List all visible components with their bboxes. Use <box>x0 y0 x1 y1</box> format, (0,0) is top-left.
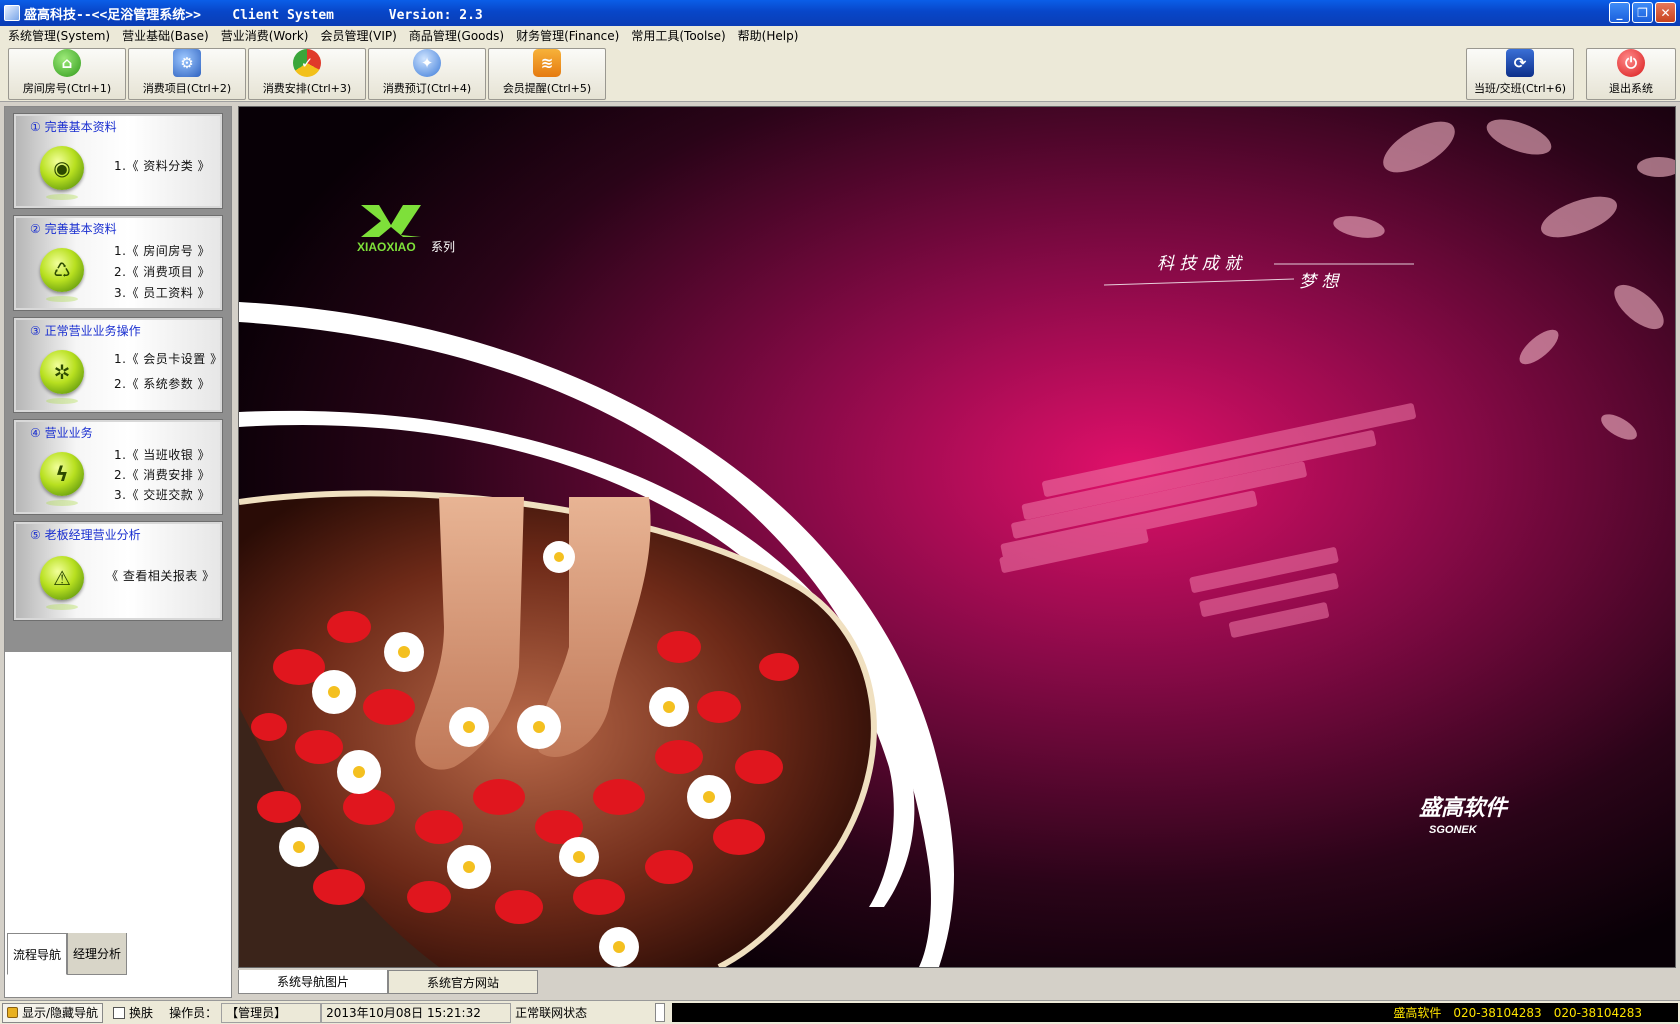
menu-tools[interactable]: 常用工具(Toolse) <box>625 26 731 46</box>
remind-button[interactable]: ≋ 会员提醒(Ctrl+5) <box>488 48 606 100</box>
network-status: 正常联网状态 <box>511 1002 648 1023</box>
slogan-line-2: 梦 想 <box>1299 272 1340 292</box>
navigation-cards-area: ① 完善基本资料 ◉ 1.《 资料分类 》 ② 完善基本资料 ♺ 1.《 房间房… <box>5 107 231 652</box>
remind-button-label: 会员提醒(Ctrl+5) <box>502 82 592 95</box>
exit-button[interactable]: ⏻ 退出系统 <box>1586 48 1676 100</box>
exit-button-label: 退出系统 <box>1609 82 1653 95</box>
nav-link-system-params[interactable]: 2.《 系统参数 》 <box>114 375 210 392</box>
power-icon: ⏻ <box>1617 49 1645 77</box>
recycle-icon: ♺ <box>40 248 84 302</box>
tab-flow-navigation[interactable]: 流程导航 <box>7 933 67 975</box>
menu-vip[interactable]: 会员管理(VIP) <box>314 26 402 46</box>
room-button[interactable]: ⌂ 房间房号(Ctrl+1) <box>8 48 126 100</box>
menu-work[interactable]: 营业消费(Work) <box>215 26 315 46</box>
company-name: 盛高软件 <box>1393 1006 1442 1020</box>
restore-button[interactable]: ❐ <box>1632 2 1653 23</box>
arrange-button-label: 消费安排(Ctrl+3) <box>262 82 352 95</box>
company-info-panel: 盛高软件 020-38104283 020-38104283 <box>672 1003 1678 1022</box>
items-button-label: 消费项目(Ctrl+2) <box>142 82 232 95</box>
minimize-button[interactable]: _ <box>1609 2 1630 23</box>
shift-icon: ⟳ <box>1506 49 1534 77</box>
nav-link-rooms[interactable]: 1.《 房间房号 》 <box>114 242 210 259</box>
menu-goods[interactable]: 商品管理(Goods) <box>403 26 510 46</box>
nav-card-title[interactable]: ⑤ 老板经理营业分析 <box>30 526 141 543</box>
nav-card-basic-data: ① 完善基本资料 ◉ 1.《 资料分类 》 <box>13 113 223 209</box>
phone-number-2: 020-38104283 <box>1553 1005 1642 1020</box>
close-button[interactable]: ✕ <box>1655 2 1676 23</box>
rss-icon: ≋ <box>533 49 561 77</box>
nav-link-items[interactable]: 2.《 消费项目 》 <box>114 263 210 280</box>
lightning-icon: ϟ <box>40 452 84 506</box>
toggle-nav-label: 显示/隐藏导航 <box>22 1006 99 1020</box>
window-title: 盛高科技--<<足浴管理系统>> Client System Version: … <box>24 7 483 23</box>
reserve-button-label: 消费预订(Ctrl+4) <box>382 82 472 95</box>
room-button-label: 房间房号(Ctrl+1) <box>22 82 112 95</box>
shift-button-label: 当班/交班(Ctrl+6) <box>1473 82 1567 95</box>
menu-bar: 系统管理(System) 营业基础(Base) 营业消费(Work) 会员管理(… <box>0 26 1680 46</box>
phone-number-1: 020-38104283 <box>1453 1005 1542 1020</box>
house-icon: ⌂ <box>53 49 81 77</box>
nav-card-title[interactable]: ① 完善基本资料 <box>30 118 117 135</box>
navigation-panel: ① 完善基本资料 ◉ 1.《 资料分类 》 ② 完善基本资料 ♺ 1.《 房间房… <box>4 106 232 998</box>
nav-card-title[interactable]: ④ 营业业务 <box>30 424 93 441</box>
operator-label: 操作员： <box>165 1002 222 1023</box>
menu-base[interactable]: 营业基础(Base) <box>116 26 215 46</box>
window-controls: _ ❐ ✕ <box>1609 2 1676 23</box>
skin-checkbox[interactable] <box>113 1006 126 1019</box>
menu-finance[interactable]: 财务管理(Finance) <box>510 26 625 46</box>
series-logo-text: XIAOXIAO <box>357 240 416 254</box>
main-tabs: 系统导航图片 系统官方网站 <box>238 970 538 994</box>
warning-icon: ⚠ <box>40 556 84 610</box>
items-button[interactable]: ⚙ 消费项目(Ctrl+2) <box>128 48 246 100</box>
nav-link-member-card[interactable]: 1.《 会员卡设置 》 <box>114 350 223 367</box>
brand-name-en: SGONEK <box>1429 824 1478 836</box>
app-icon <box>4 5 20 21</box>
slogan-line-1: 科 技 成 就 <box>1157 254 1243 274</box>
nav-card-title[interactable]: ② 完善基本资料 <box>30 220 117 237</box>
compass-icon: ✦ <box>413 49 441 77</box>
gear-icon: ⚙ <box>173 49 201 77</box>
nav-card-title[interactable]: ③ 正常营业业务操作 <box>30 322 141 339</box>
eye-icon: ◉ <box>40 146 84 200</box>
nav-card-operations: ③ 正常营业业务操作 ✲ 1.《 会员卡设置 》 2.《 系统参数 》 <box>13 317 223 413</box>
tab-manager-analysis[interactable]: 经理分析 <box>67 933 127 975</box>
operator-value: 【管理员】 <box>221 1002 322 1023</box>
shift-button[interactable]: ⟳ 当班/交班(Ctrl+6) <box>1466 48 1574 100</box>
nav-link-reports[interactable]: 《 查看相关报表 》 <box>106 567 215 584</box>
nav-card-business: ④ 营业业务 ϟ 1.《 当班收银 》 2.《 消费安排 》 3.《 交班交款 … <box>13 419 223 515</box>
lock-icon <box>7 1007 18 1018</box>
nav-link-cashier[interactable]: 1.《 当班收银 》 <box>114 446 210 463</box>
arrange-button[interactable]: ✓ 消费安排(Ctrl+3) <box>248 48 366 100</box>
brand-name-cn: 盛高软件 <box>1419 795 1510 821</box>
tab-nav-image[interactable]: 系统导航图片 <box>238 970 388 994</box>
datetime-display: 2013年10月08日 15:21:32 <box>321 1002 512 1023</box>
nav-link-data-category[interactable]: 1.《 资料分类 》 <box>114 157 210 174</box>
menu-help[interactable]: 帮助(Help) <box>732 26 805 46</box>
nav-link-staff[interactable]: 3.《 员工资料 》 <box>114 284 210 301</box>
title-bar: 盛高科技--<<足浴管理系统>> Client System Version: … <box>0 0 1680 26</box>
banner-image: XIAOXIAO 系列 科 技 成 就 梦 想 盛高软件 SGONEK <box>239 107 1675 967</box>
checkmark-icon: ✓ <box>293 49 321 77</box>
nav-link-handover[interactable]: 3.《 交班交款 》 <box>114 486 210 503</box>
toggle-nav-button[interactable]: 显示/隐藏导航 <box>2 1002 104 1023</box>
nav-card-basic-setup: ② 完善基本资料 ♺ 1.《 房间房号 》 2.《 消费项目 》 3.《 员工资… <box>13 215 223 311</box>
status-bar: 显示/隐藏导航 换肤 操作员： 【管理员】 2013年10月08日 15:21:… <box>0 1000 1680 1024</box>
nav-link-arrange[interactable]: 2.《 消费安排 》 <box>114 466 210 483</box>
reserve-button[interactable]: ✦ 消费预订(Ctrl+4) <box>368 48 486 100</box>
skin-label: 换肤 <box>129 1006 154 1020</box>
tab-official-website[interactable]: 系统官方网站 <box>388 970 538 994</box>
series-suffix: 系列 <box>431 240 455 254</box>
main-banner: XIAOXIAO 系列 科 技 成 就 梦 想 盛高软件 SGONEK <box>238 106 1676 968</box>
menu-system[interactable]: 系统管理(System) <box>2 26 116 46</box>
toolbar: ⌂ 房间房号(Ctrl+1) ⚙ 消费项目(Ctrl+2) ✓ 消费安排(Ctr… <box>0 46 1680 102</box>
navigation-tabs: 流程导航 经理分析 <box>7 933 127 975</box>
settings-icon: ✲ <box>40 350 84 404</box>
nav-card-analysis: ⑤ 老板经理营业分析 ⚠ 《 查看相关报表 》 <box>13 521 223 621</box>
status-separator <box>655 1003 666 1022</box>
